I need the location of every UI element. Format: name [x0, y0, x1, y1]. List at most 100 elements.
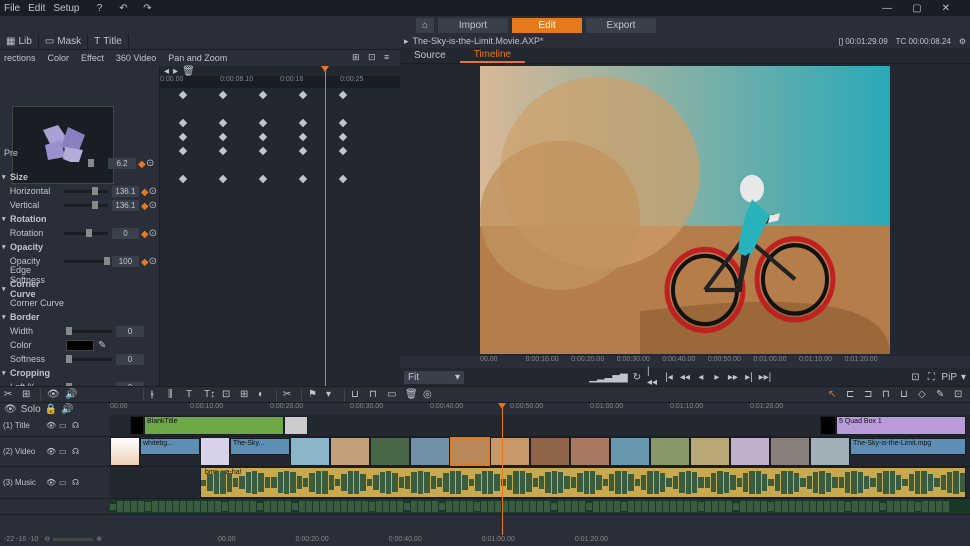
tab-source[interactable]: Source	[400, 48, 460, 63]
video-clip[interactable]	[730, 437, 770, 466]
video-clip[interactable]	[650, 437, 690, 466]
tl-tool-icon[interactable]: ✂	[4, 389, 16, 401]
tl-tool-icon[interactable]: 🔊	[65, 389, 77, 401]
color-picker-icon[interactable]: ✎	[98, 340, 110, 351]
keyframe-icon[interactable]: ◆	[141, 187, 149, 195]
eye-icon[interactable]: 👁	[4, 404, 17, 415]
video-clip[interactable]: The-Sky...	[230, 438, 290, 455]
zoom-slider[interactable]: ⊖⊕	[44, 535, 102, 543]
tl-tool-icon[interactable]: ✎	[936, 389, 948, 401]
video-clip[interactable]: whitebg...	[140, 438, 200, 455]
tl-tool-icon[interactable]: ⊞	[240, 389, 252, 401]
video-clip[interactable]	[200, 437, 230, 466]
video-clip[interactable]	[690, 437, 730, 466]
tl-tool-icon[interactable]: ⫼	[168, 389, 180, 401]
maximize-icon[interactable]: ▢	[912, 3, 921, 14]
title-clip[interactable]	[284, 416, 308, 435]
tl-tool-icon[interactable]: ◇	[918, 389, 930, 401]
link-icon[interactable]: ☊	[72, 478, 82, 488]
crop-left-value[interactable]: 0	[116, 382, 144, 387]
tab-library[interactable]: ▦Lib	[0, 34, 39, 50]
video-clip[interactable]: The-Sky-is-the-Limit.mpg	[850, 438, 966, 455]
zoom-fit-dropdown[interactable]: Fit▾	[404, 371, 464, 384]
keyframe-ruler[interactable]: 0:00.000:00:08.100:00:160:00:25	[160, 76, 400, 88]
link-icon[interactable]: ☊	[72, 421, 82, 431]
step-fwd-icon[interactable]: ▸▸	[727, 371, 739, 383]
tab-mask[interactable]: ▭Mask	[39, 34, 88, 50]
track-header-title[interactable]: (1) Title 👁 ▭ ☊	[0, 415, 110, 436]
play-back-icon[interactable]: ◂	[695, 371, 707, 383]
forward-icon[interactable]: ↷	[142, 2, 154, 14]
video-clip[interactable]	[330, 437, 370, 466]
lock-icon[interactable]: ▭	[59, 421, 69, 431]
softness-slider[interactable]	[66, 358, 112, 361]
prev-frame-icon[interactable]: |◂	[663, 371, 675, 383]
subtab-360video[interactable]: 360 Video	[116, 53, 156, 63]
tl-tool-icon[interactable]: ⊓	[369, 389, 381, 401]
tl-tool-icon[interactable]: ⊐	[864, 389, 876, 401]
speaker-icon[interactable]: 🔊	[61, 404, 73, 415]
home-button[interactable]: ⌂	[416, 18, 434, 33]
menu-edit[interactable]: Edit	[28, 3, 45, 14]
tab-title[interactable]: TTitle	[88, 34, 129, 50]
tl-razor-icon[interactable]: ✂	[283, 389, 295, 401]
menu-setup[interactable]: Setup	[53, 3, 79, 14]
skip-start-icon[interactable]: |◂◂	[647, 371, 659, 383]
lock-icon[interactable]: ▭	[59, 447, 69, 457]
subtab-corrections[interactable]: rections	[4, 53, 36, 63]
subtab-effect[interactable]: Effect	[81, 53, 104, 63]
tl-tool-icon[interactable]: 👁	[47, 389, 59, 401]
tl-tool-icon[interactable]: ⊡	[222, 389, 234, 401]
reset-icon[interactable]: ⊙	[146, 158, 154, 169]
reset-icon[interactable]: ⊙	[149, 186, 157, 197]
title-clip[interactable]	[130, 416, 144, 435]
rotation-slider[interactable]	[64, 232, 108, 235]
title-clip[interactable]: BlankTitle	[144, 416, 284, 435]
tl-tool-icon[interactable]: ◐	[258, 389, 270, 401]
tab-timeline[interactable]: Timeline	[460, 48, 525, 63]
video-clip[interactable]	[610, 437, 650, 466]
snapshot-icon[interactable]: ⊡	[909, 371, 921, 383]
horizontal-slider[interactable]	[64, 190, 108, 193]
softness-value[interactable]: 0	[116, 354, 144, 365]
vertical-slider[interactable]	[64, 204, 108, 207]
music-clip[interactable]: bmx_ya-ha!	[200, 467, 966, 498]
step-back-icon[interactable]: ◂◂	[679, 371, 691, 383]
next-frame-icon[interactable]: ▸|	[743, 371, 755, 383]
lock-icon[interactable]: ▭	[59, 478, 69, 488]
gear-icon[interactable]: ⚙	[959, 37, 966, 46]
video-clip[interactable]	[370, 437, 410, 466]
title-clip[interactable]: 5 Quad Box 1	[836, 416, 966, 435]
video-clip[interactable]	[110, 437, 140, 466]
track-header-video[interactable]: (2) Video 👁 ▭ ☊	[0, 437, 110, 466]
play-icon[interactable]: ▸	[711, 371, 723, 383]
subtab-color[interactable]: Color	[48, 53, 70, 63]
border-width-value[interactable]: 0	[116, 326, 144, 337]
eye-icon[interactable]: 👁	[46, 447, 56, 457]
playback-speed[interactable]: 1x	[618, 373, 626, 382]
video-clip[interactable]	[290, 437, 330, 466]
video-clip[interactable]	[770, 437, 810, 466]
edit-button[interactable]: Edit	[512, 18, 582, 33]
tl-tool-icon[interactable]: ▭	[387, 389, 399, 401]
tl-tool-icon[interactable]: ◎	[423, 389, 435, 401]
eye-icon[interactable]: 👁	[46, 421, 56, 431]
tl-marker-icon[interactable]: ⚑	[308, 389, 320, 401]
skip-end-icon[interactable]: ▸▸|	[759, 371, 771, 383]
rotation-value[interactable]: 0	[112, 228, 139, 239]
kf-prev-icon[interactable]: ◂	[164, 66, 169, 77]
video-clip[interactable]	[810, 437, 850, 466]
tl-text-icon[interactable]: T	[186, 389, 198, 401]
border-width-slider[interactable]	[66, 330, 112, 333]
import-button[interactable]: Import	[438, 18, 508, 33]
chevron-down-icon[interactable]: ▾	[961, 372, 966, 383]
link-icon[interactable]: ☊	[72, 447, 82, 457]
minimize-icon[interactable]: —	[882, 3, 892, 14]
color-swatch[interactable]	[66, 340, 94, 351]
save-icon[interactable]: ▸	[404, 36, 409, 47]
tool-icon-2[interactable]: ⊡	[368, 52, 380, 64]
horizontal-value[interactable]: 136.1	[112, 186, 139, 197]
eye-icon[interactable]: 👁	[46, 478, 56, 488]
video-clip[interactable]	[530, 437, 570, 466]
tl-magnet-icon[interactable]: ⊔	[351, 389, 363, 401]
